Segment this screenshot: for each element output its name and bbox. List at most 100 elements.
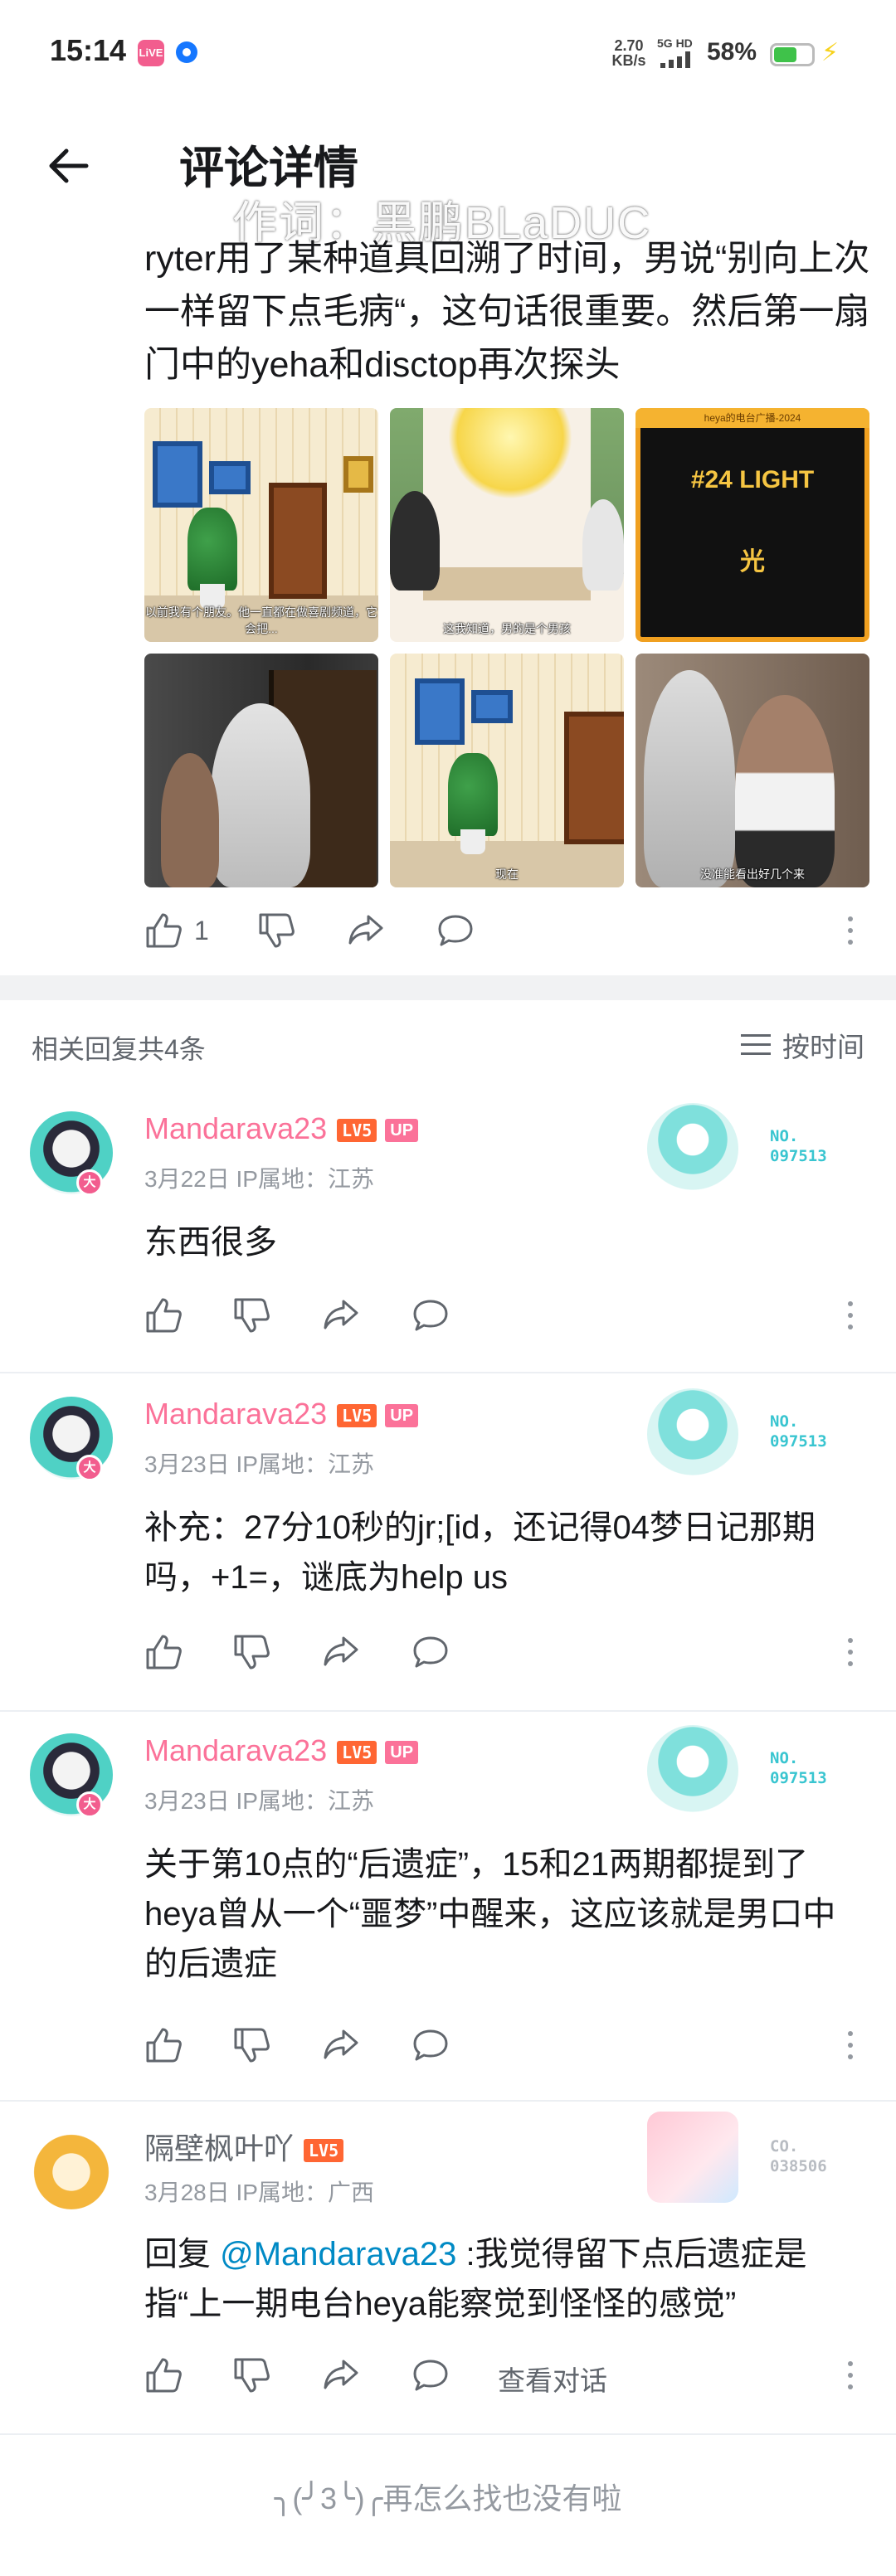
status-time: 15:14 (50, 33, 127, 67)
reply-item: 大 Mandarava23 LV5 UP 3月23日 IP属地：江苏 NO. 0975… (0, 1712, 896, 2098)
avatar-badge: 大 (76, 1169, 103, 1196)
view-conversation-button[interactable]: 查看对话 (498, 2359, 607, 2399)
share-button[interactable] (347, 906, 385, 955)
like-button[interactable] (144, 2020, 183, 2070)
comment-button[interactable] (411, 1627, 450, 1677)
share-button[interactable] (322, 1627, 360, 1677)
thumb-up-icon (146, 2028, 182, 2063)
network-speed-value: 2.70 (614, 37, 644, 54)
mention-link[interactable]: @Mandarava23 (220, 2236, 456, 2272)
username[interactable]: Mandarava23 LV5 UP (144, 1397, 419, 1431)
comment-bubble-icon (413, 2029, 448, 2061)
reply-actions: 查看对话 (144, 2350, 866, 2400)
comment-bubble-icon (438, 915, 473, 946)
fan-badge[interactable]: NO. 097513 (647, 1725, 863, 1816)
username-text: Mandarava23 (144, 1111, 328, 1145)
replies-header: 相关回复共4条 按时间 (0, 1000, 896, 1086)
reply-prefix: 回复 (144, 2236, 221, 2272)
thumb-down-icon (234, 1635, 270, 1670)
dislike-button[interactable] (232, 2020, 270, 2070)
comment-image-2[interactable]: 这我知道，男的是个男孩 (390, 408, 624, 642)
reply-text: 回复 @Mandarava23 :我觉得留下点后遗症是指“上一期电台heya能察… (144, 2229, 866, 2329)
share-icon (324, 2029, 358, 2059)
username[interactable]: Mandarava23 LV5 UP (144, 1733, 419, 1768)
reply-separator (0, 2433, 896, 2435)
comment-button[interactable] (436, 906, 475, 955)
thumb-down-icon (234, 2028, 270, 2063)
comment-image-3[interactable]: heya的电台广播-2024 #24 LIGHT 光 (635, 408, 869, 642)
avatar-badge: 大 (76, 1455, 103, 1481)
image-subtitle: 这我知道，男的是个男孩 (443, 622, 571, 635)
reply-text: 补充：27分10秒的jr;[id，还记得04梦日记那期吗，+1=，谜底为help… (144, 1509, 816, 1596)
section-divider (0, 975, 896, 1000)
like-button[interactable] (144, 1290, 183, 1340)
radio-header-text: heya的电台广播-2024 (635, 408, 869, 428)
fan-badge[interactable]: NO. 097513 (647, 1103, 863, 1194)
dislike-button[interactable] (232, 1627, 270, 1677)
username[interactable]: Mandarava23 LV5 UP (144, 1111, 419, 1146)
comment-image-4[interactable] (144, 654, 378, 887)
like-button[interactable] (144, 2350, 183, 2400)
back-arrow-icon[interactable] (43, 141, 93, 191)
comment-bubble-icon (413, 1636, 448, 1668)
share-button[interactable] (322, 2350, 360, 2400)
dislike-button[interactable] (232, 1290, 270, 1340)
fan-badge-label: CO. 038506 (770, 2137, 827, 2175)
comment-button[interactable] (411, 2350, 450, 2400)
comment-bubble-icon (413, 1300, 448, 1331)
sort-label: 按时间 (782, 1032, 864, 1062)
more-options-icon[interactable] (846, 1299, 855, 1332)
reply-text: 东西很多 (144, 1224, 277, 1261)
more-options-icon[interactable] (846, 1636, 855, 1669)
image-subtitle: 没准能看出好几个来 (700, 868, 805, 881)
battery-icon (770, 43, 815, 66)
radio-episode-character: 光 (740, 548, 765, 576)
image-subtitle: 现在 (495, 868, 519, 881)
more-options-icon[interactable] (846, 2029, 855, 2062)
fan-badge-image (647, 2112, 738, 2203)
fan-badge[interactable]: CO. 038506 (647, 2112, 863, 2203)
like-button[interactable]: 1 (144, 906, 209, 955)
reply-meta: 3月23日 IP属地：江苏 (144, 1788, 374, 1814)
reply-item: 隔壁枫叶吖 LV5 3月28日 IP属地：广西 CO. 038506 回复 @Man… (0, 2102, 896, 2433)
thumb-up-icon (146, 1635, 182, 1670)
dislike-button[interactable] (257, 906, 295, 955)
dislike-button[interactable] (232, 2350, 270, 2400)
comment-button[interactable] (411, 1290, 450, 1340)
share-button[interactable] (322, 1290, 360, 1340)
more-options-icon[interactable] (846, 914, 855, 947)
reply-actions (144, 1627, 866, 1677)
network-speed: 2.70 KB/s (609, 38, 649, 68)
fan-badge-label: NO. 097513 (770, 1412, 827, 1451)
reply-meta: 3月23日 IP属地：江苏 (144, 1451, 374, 1477)
username[interactable]: 隔壁枫叶吖 LV5 (144, 2125, 344, 2168)
charging-icon: ⚡ (821, 39, 840, 66)
user-avatar[interactable] (30, 2126, 113, 2209)
comment-image-1[interactable]: 以前我有个朋友。他一直都在做喜剧频道，它会把... (144, 408, 378, 642)
reply-meta: 3月22日 IP属地：江苏 (144, 1166, 374, 1192)
comment-bubble-icon (413, 2360, 448, 2391)
comment-button[interactable] (411, 2020, 450, 2070)
thumb-up-icon (146, 913, 182, 948)
comment-image-6[interactable]: 没准能看出好几个来 (635, 654, 869, 887)
more-options-icon[interactable] (846, 2359, 855, 2392)
reply-meta: 3月28日 IP属地：广西 (144, 2180, 374, 2205)
thumb-down-icon (259, 913, 295, 948)
thumb-up-icon (146, 2358, 182, 2393)
thumb-up-icon (146, 1298, 182, 1333)
thumb-down-icon (234, 2358, 270, 2393)
fan-badge-image (647, 1388, 738, 1480)
network-speed-unit: KB/s (611, 52, 646, 69)
username-text: Mandarava23 (144, 1733, 328, 1767)
like-button[interactable] (144, 1627, 183, 1677)
image-subtitle: 以前我有个朋友。他一直都在做喜剧频道，它会把... (145, 605, 377, 635)
username-text: Mandarava23 (144, 1397, 328, 1431)
fan-badge[interactable]: NO. 097513 (647, 1388, 863, 1480)
reply-count: 相关回复共4条 (32, 1034, 206, 1064)
comment-image-5[interactable]: 现在 (390, 654, 624, 887)
battery-percent: 58% (707, 38, 757, 66)
radio-episode-number: #24 LIGHT (690, 466, 815, 493)
share-button[interactable] (322, 2020, 360, 2070)
fan-badge-label: NO. 097513 (770, 1749, 827, 1787)
sort-by-time-button[interactable]: 按时间 (741, 1025, 864, 1065)
